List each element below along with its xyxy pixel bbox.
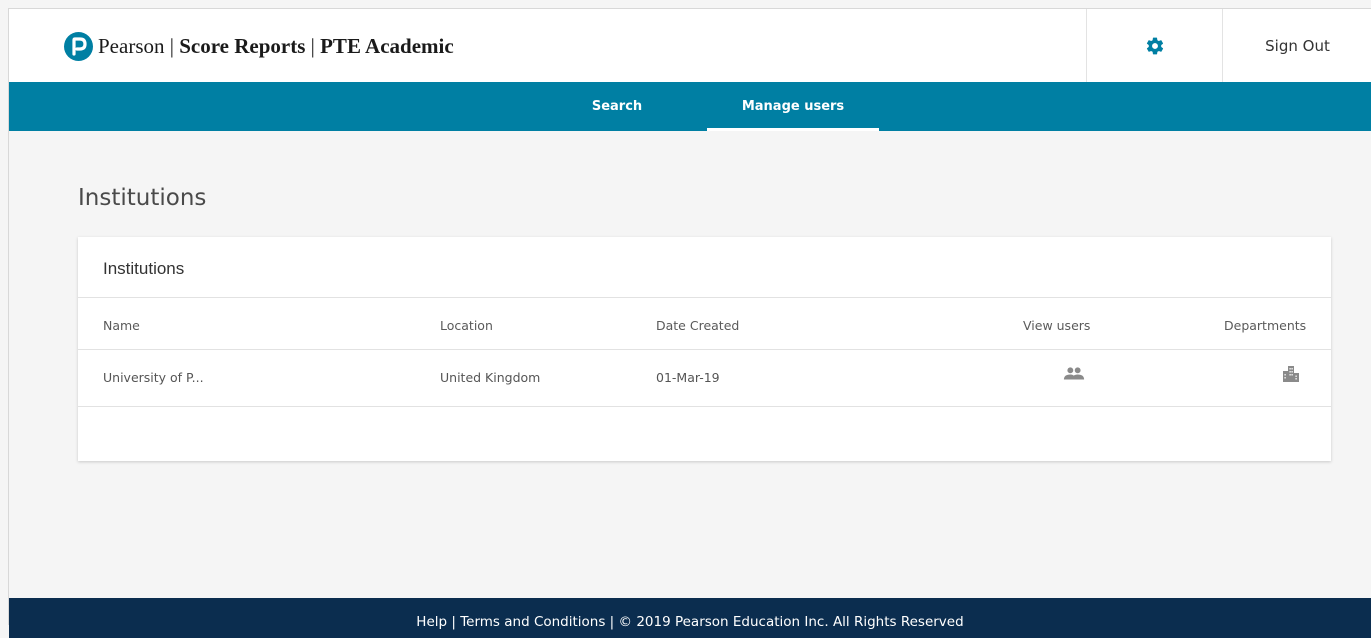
divider bbox=[78, 349, 1331, 350]
divider bbox=[78, 297, 1331, 298]
main-nav: Search Manage users bbox=[9, 82, 1371, 131]
title-separator: | bbox=[165, 34, 180, 58]
users-icon[interactable] bbox=[1063, 366, 1085, 386]
pearson-logo-icon bbox=[64, 32, 93, 61]
sign-out-button[interactable]: Sign Out bbox=[1222, 9, 1371, 82]
page-footer: Help | Terms and Conditions | © 2019 Pea… bbox=[9, 598, 1371, 638]
page-title: Institutions bbox=[78, 185, 206, 211]
building-icon[interactable] bbox=[1282, 365, 1300, 387]
footer-links[interactable]: Help | Terms and Conditions | © 2019 Pea… bbox=[416, 598, 963, 638]
title-separator: | bbox=[305, 34, 320, 58]
card-title: Institutions bbox=[103, 259, 184, 279]
institution-date-cell: 01-Mar-19 bbox=[656, 370, 720, 385]
tab-label: Search bbox=[592, 99, 642, 114]
sign-out-label: Sign Out bbox=[1265, 37, 1330, 55]
tab-manage-users[interactable]: Manage users bbox=[707, 82, 879, 131]
divider bbox=[78, 406, 1331, 407]
tab-search[interactable]: Search bbox=[574, 82, 660, 131]
product-name: Score Reports bbox=[179, 34, 305, 58]
brand[interactable]: Pearson | Score Reports | PTE Academic bbox=[64, 30, 454, 62]
gear-icon bbox=[1145, 36, 1165, 56]
institution-location-cell: United Kingdom bbox=[440, 370, 540, 385]
brand-name: Pearson bbox=[98, 34, 165, 58]
app-title: Pearson | Score Reports | PTE Academic bbox=[98, 34, 454, 59]
institution-name-cell: University of P... bbox=[103, 370, 204, 385]
top-header: Pearson | Score Reports | PTE Academic S… bbox=[9, 9, 1371, 82]
tab-label: Manage users bbox=[742, 99, 844, 114]
column-header-date-created: Date Created bbox=[656, 318, 739, 333]
settings-button[interactable] bbox=[1086, 9, 1222, 82]
column-header-view-users: View users bbox=[1023, 318, 1090, 333]
column-header-departments: Departments bbox=[1224, 318, 1306, 333]
column-header-name: Name bbox=[103, 318, 140, 333]
institutions-card: Institutions Name Location Date Created … bbox=[78, 237, 1331, 461]
app-window: Pearson | Score Reports | PTE Academic S… bbox=[8, 8, 1371, 625]
column-header-location: Location bbox=[440, 318, 493, 333]
exam-name: PTE Academic bbox=[320, 34, 454, 58]
